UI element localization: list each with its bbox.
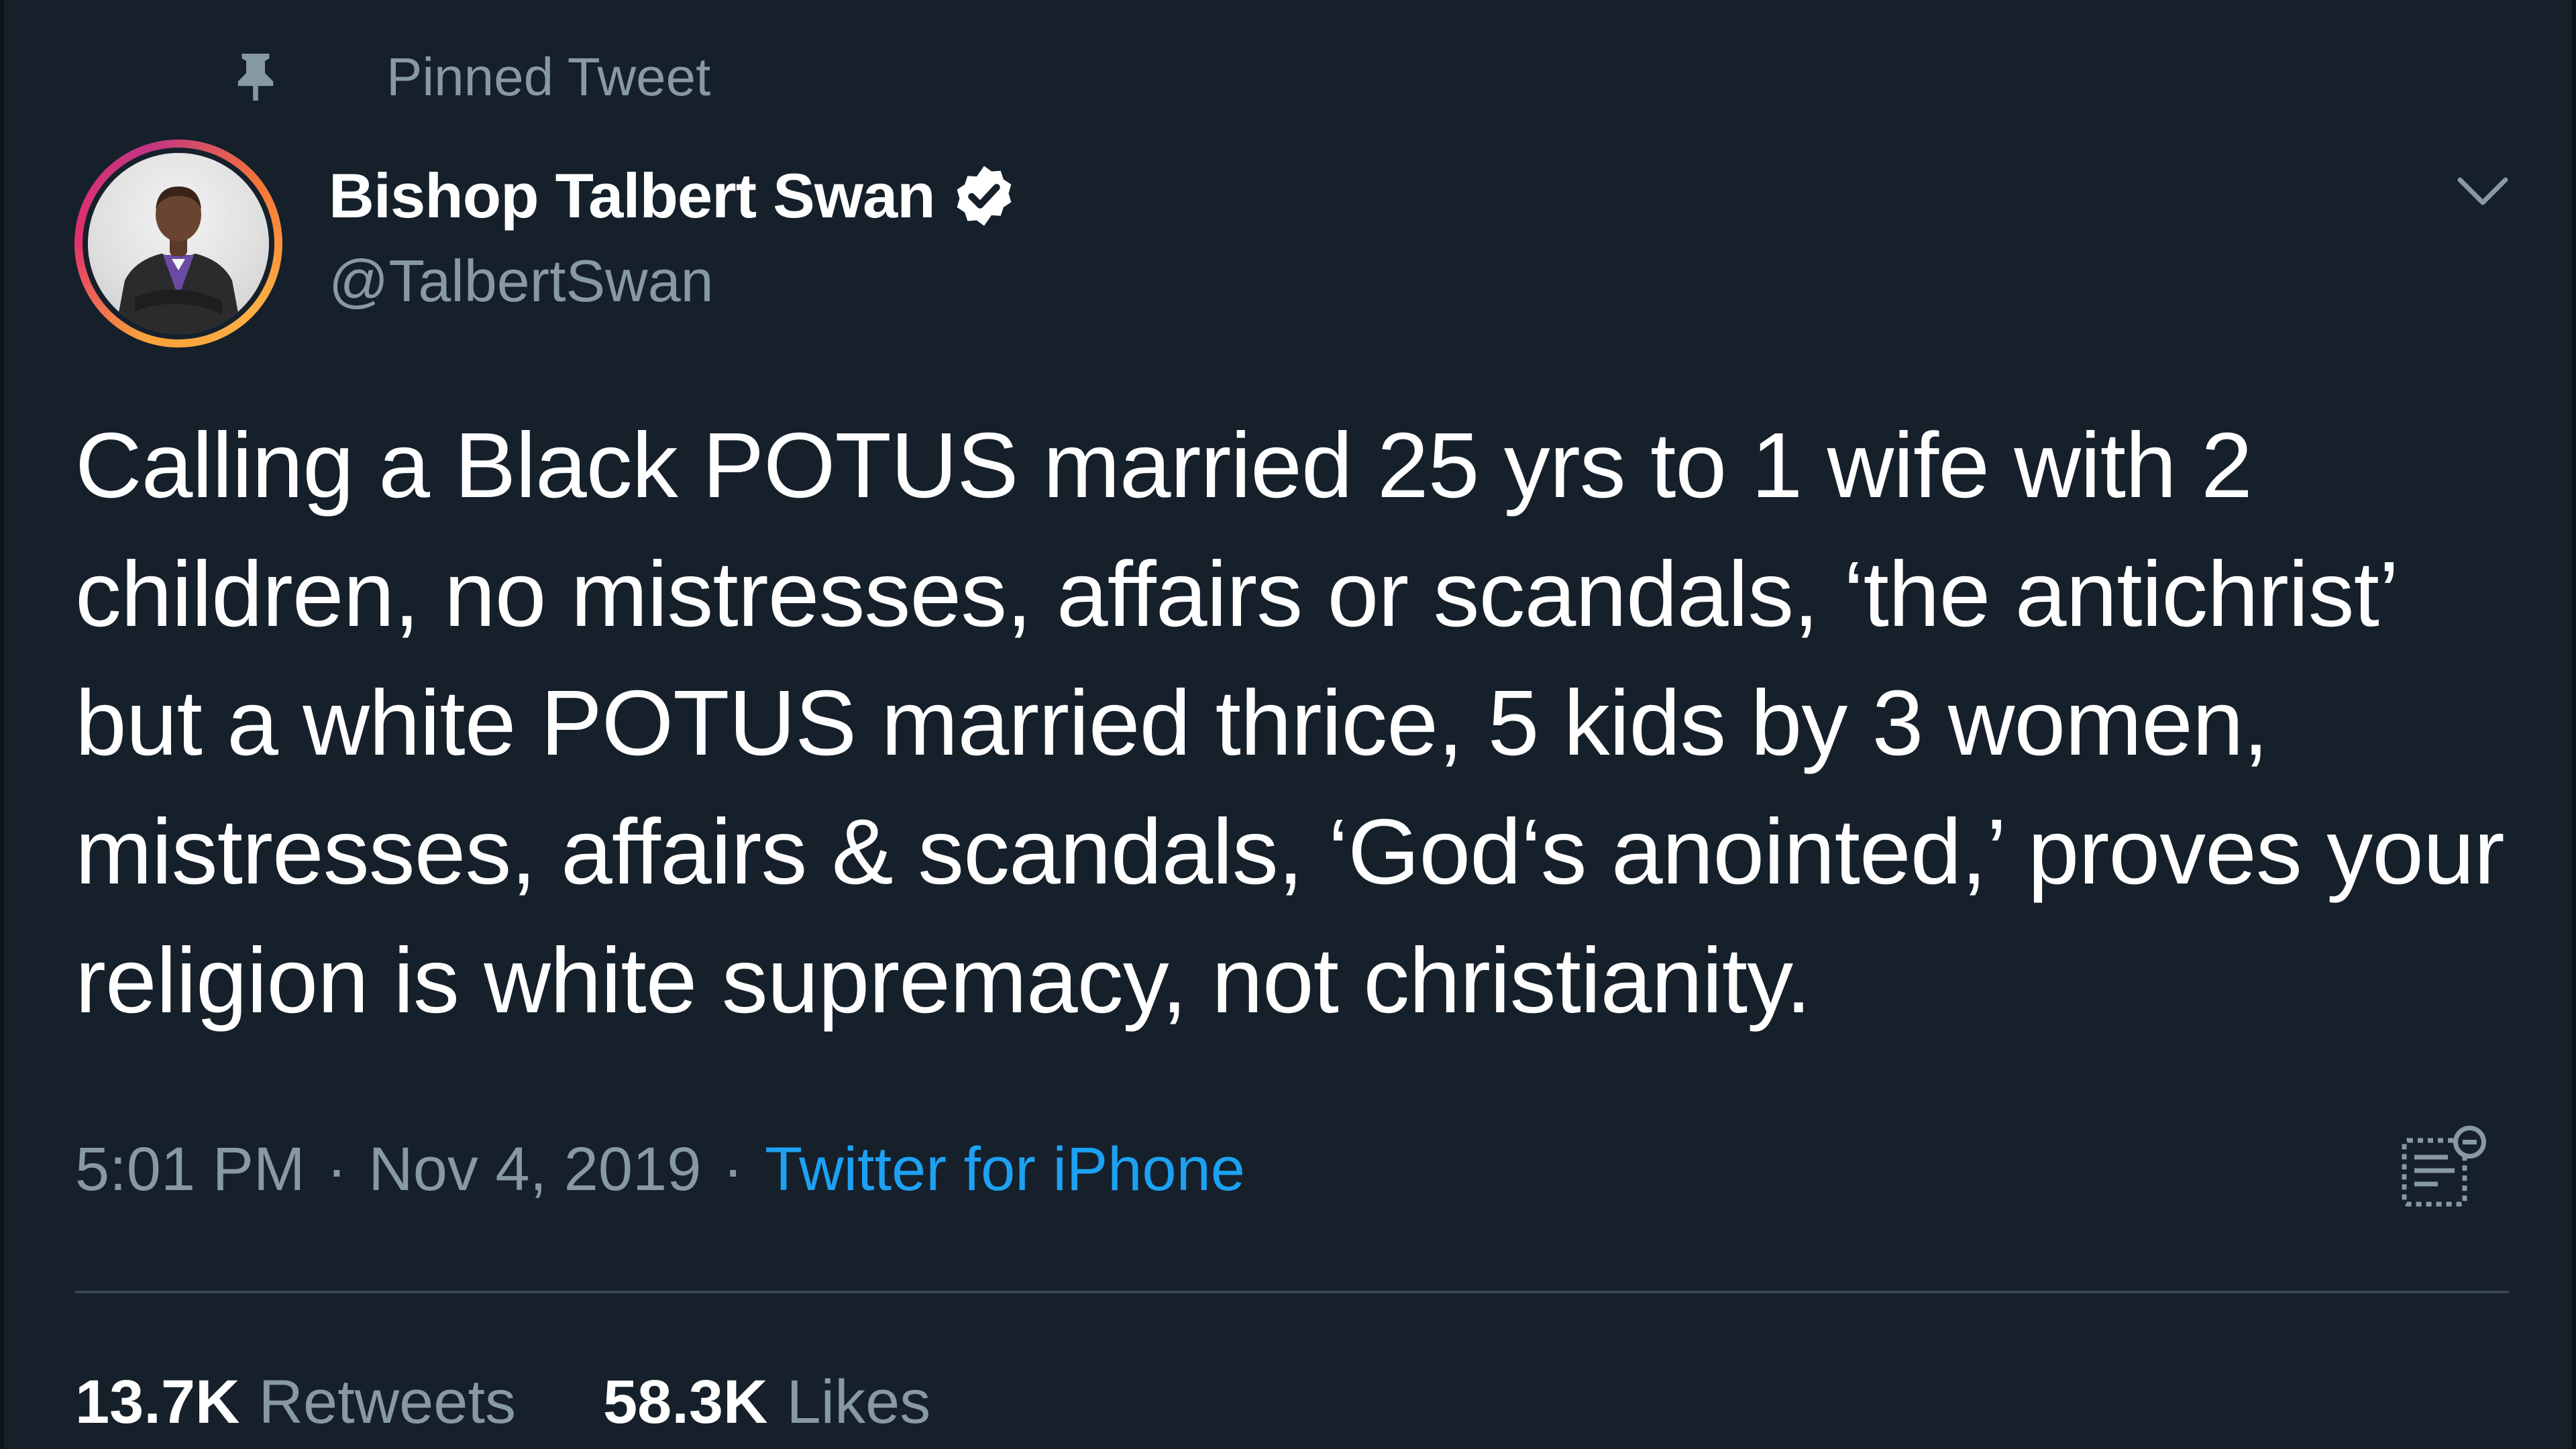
retweets-label: Retweets: [258, 1367, 517, 1436]
pinned-tweet-indicator: Pinned Tweet: [225, 40, 710, 114]
likes-stat[interactable]: 58.3K Likes: [603, 1367, 930, 1438]
tweet-menu-button[interactable]: [2446, 158, 2520, 225]
tweet-date[interactable]: Nov 4, 2019: [368, 1134, 701, 1205]
retweets-stat[interactable]: 13.7K Retweets: [75, 1367, 516, 1438]
author-display-name[interactable]: Bishop Talbert Swan: [329, 160, 936, 232]
tweet-card: Pinned Tweet Bishop Talbert Swan @Talber…: [0, 0, 2576, 1449]
tweet-time[interactable]: 5:01 PM: [75, 1134, 305, 1205]
meta-separator: ·: [326, 1134, 347, 1203]
chevron-down-icon: [2457, 177, 2508, 205]
divider: [75, 1291, 2509, 1293]
tweet-text: Calling a Black POTUS married 25 yrs to …: [75, 414, 2505, 1032]
analytics-icon[interactable]: [2398, 1120, 2491, 1214]
author-name-row[interactable]: Bishop Talbert Swan: [329, 156, 1018, 236]
tweet-source-link[interactable]: Twitter for iPhone: [765, 1134, 1245, 1205]
likes-label: Likes: [786, 1367, 931, 1436]
tweet-stats: 13.7K Retweets 58.3K Likes: [75, 1362, 930, 1442]
meta-separator: ·: [722, 1134, 744, 1203]
avatar[interactable]: [74, 140, 282, 347]
retweets-count: 13.7K: [75, 1367, 240, 1436]
author-handle[interactable]: @TalbertSwan: [329, 247, 714, 315]
verified-badge-icon: [957, 166, 1012, 226]
likes-count: 58.3K: [603, 1367, 768, 1436]
pin-icon: [225, 47, 286, 107]
tweet-meta: 5:01 PM · Nov 4, 2019 · Twitter for iPho…: [75, 1126, 1245, 1213]
pinned-tweet-label: Pinned Tweet: [386, 47, 711, 107]
avatar-photo: [88, 153, 269, 334]
